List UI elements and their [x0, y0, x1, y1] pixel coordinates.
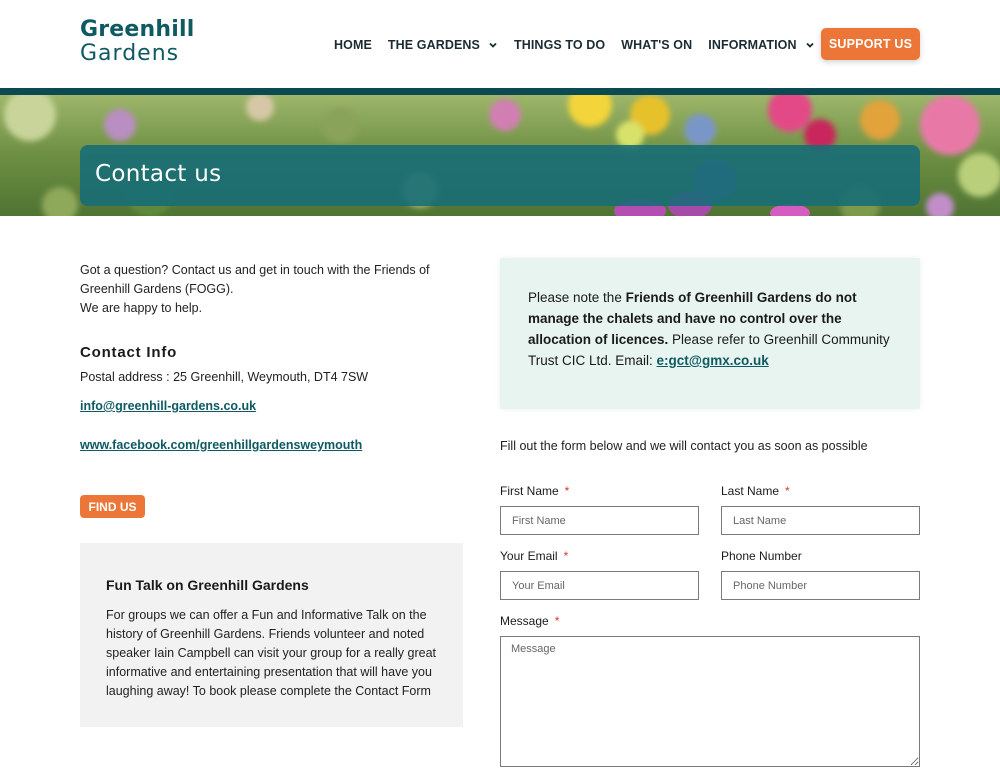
talk-info-box: Fun Talk on Greenhill Gardens For groups…	[80, 543, 463, 727]
nav-item-information[interactable]: INFORMATION	[708, 38, 814, 52]
talk-title: Fun Talk on Greenhill Gardens	[106, 577, 309, 593]
hero-banner-image: Contact us	[0, 95, 1000, 216]
label-text: First Name	[500, 484, 559, 498]
nav-item-whats-on[interactable]: WHAT'S ON	[621, 38, 692, 52]
chevron-down-icon	[489, 42, 497, 48]
required-marker: *	[554, 614, 560, 628]
header-divider	[0, 88, 1000, 95]
message-label: Message *	[500, 614, 559, 628]
facebook-link[interactable]: www.facebook.com/greenhillgardensweymout…	[80, 438, 362, 452]
nav-item-home[interactable]: HOME	[334, 38, 372, 52]
gct-email-link[interactable]: e:gct@gmx.co.uk	[657, 353, 769, 368]
required-marker: *	[563, 549, 569, 563]
nav-item-label: THINGS TO DO	[514, 38, 606, 52]
logo-line-2: Gardens	[80, 41, 180, 66]
nav-item-the-gardens[interactable]: THE GARDENS	[388, 38, 498, 52]
phone-label: Phone Number	[721, 549, 802, 563]
first-name-label: First Name *	[500, 484, 569, 498]
talk-body: For groups we can offer a Fun and Inform…	[106, 608, 437, 698]
label-text: Your Email	[500, 549, 558, 563]
page-title-banner: Contact us	[80, 145, 920, 206]
intro-paragraph: We are happy to help.	[80, 301, 203, 315]
site-header: Greenhill Gardens HOME THE GARDENS THING…	[0, 0, 1000, 88]
required-marker: *	[785, 484, 790, 498]
nav-item-label: INFORMATION	[708, 38, 797, 52]
logo-line-1: Greenhill	[80, 17, 195, 42]
chalet-notice-text: Please note the Friends of Greenhill Gar…	[528, 287, 900, 371]
label-text: Message	[500, 614, 549, 628]
label-text: Last Name	[721, 484, 780, 498]
form-intro: Fill out the form below and we will cont…	[500, 439, 868, 453]
phone-input[interactable]	[721, 571, 920, 600]
chalet-notice-box: Please note the Friends of Greenhill Gar…	[500, 258, 920, 409]
intro-paragraph: Got a question? Contact us and get in to…	[80, 263, 430, 296]
nav-item-things-to-do[interactable]: THINGS TO DO	[514, 38, 605, 52]
page-title: Contact us	[95, 161, 222, 187]
main-nav: HOME THE GARDENS THINGS TO DO WHAT'S ON …	[334, 37, 831, 53]
nav-item-label: THE GARDENS	[387, 38, 480, 52]
support-us-button[interactable]: SUPPORT US	[821, 28, 920, 60]
required-marker: *	[564, 484, 570, 498]
nav-item-label: HOME	[334, 38, 372, 52]
nav-item-label: WHAT'S ON	[621, 38, 693, 52]
last-name-input[interactable]	[721, 506, 920, 535]
site-logo[interactable]: Greenhill Gardens	[80, 18, 195, 66]
message-textarea[interactable]	[500, 636, 920, 767]
first-name-input[interactable]	[500, 506, 699, 535]
find-us-button[interactable]: FIND US	[80, 495, 145, 518]
email-label: Your Email *	[500, 549, 568, 563]
postal-address: Postal address : 25 Greenhill, Weymouth,…	[80, 370, 369, 384]
notice-prefix: Please note the	[528, 290, 626, 305]
email-link[interactable]: info@greenhill-gardens.co.uk	[80, 399, 256, 413]
label-text: Phone Number	[721, 549, 802, 563]
intro-text: Got a question? Contact us and get in to…	[80, 261, 460, 318]
email-input[interactable]	[500, 571, 699, 600]
chevron-down-icon	[805, 42, 814, 48]
last-name-label: Last Name *	[721, 484, 790, 498]
contact-info-heading: Contact Info	[80, 344, 178, 361]
